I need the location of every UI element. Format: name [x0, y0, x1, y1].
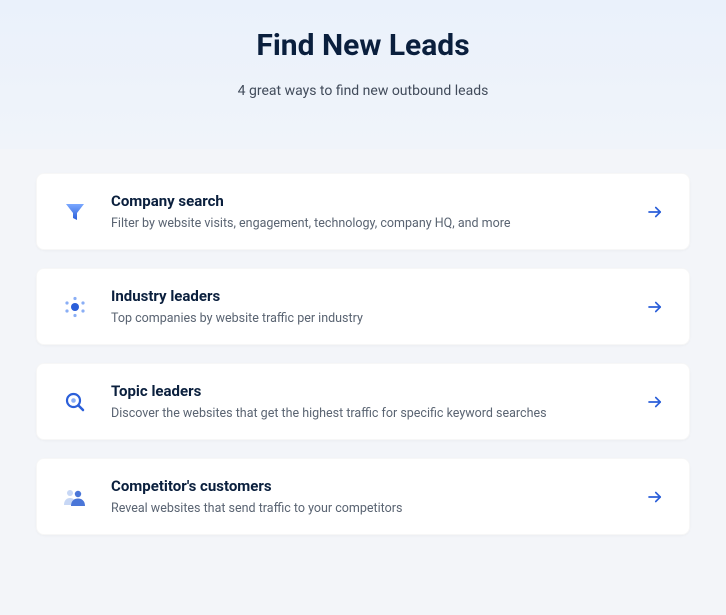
page-subtitle: 4 great ways to find new outbound leads: [0, 83, 726, 99]
page-title: Find New Leads: [0, 28, 726, 63]
arrow-right-icon: [645, 487, 665, 507]
card-description: Discover the websites that get the highe…: [111, 406, 625, 421]
funnel-icon: [59, 196, 91, 228]
card-competitors-customers[interactable]: Competitor's customers Reveal websites t…: [36, 458, 690, 535]
arrow-right-icon: [645, 202, 665, 222]
card-title: Industry leaders: [111, 287, 625, 305]
cards-list: Company search Filter by website visits,…: [0, 149, 726, 559]
arrow-right-icon: [645, 392, 665, 412]
card-topic-leaders[interactable]: Topic leaders Discover the websites that…: [36, 363, 690, 440]
card-title: Company search: [111, 192, 625, 210]
card-company-search[interactable]: Company search Filter by website visits,…: [36, 173, 690, 250]
hero-section: Find New Leads 4 great ways to find new …: [0, 0, 726, 149]
card-title: Competitor's customers: [111, 477, 625, 495]
magnify-icon: [59, 386, 91, 418]
arrow-right-icon: [645, 297, 665, 317]
card-description: Reveal websites that send traffic to you…: [111, 501, 625, 516]
card-description: Top companies by website traffic per ind…: [111, 311, 625, 326]
network-icon: [59, 291, 91, 323]
card-description: Filter by website visits, engagement, te…: [111, 216, 625, 231]
card-body: Industry leaders Top companies by websit…: [111, 287, 625, 326]
people-icon: [59, 481, 91, 513]
card-title: Topic leaders: [111, 382, 625, 400]
card-industry-leaders[interactable]: Industry leaders Top companies by websit…: [36, 268, 690, 345]
card-body: Company search Filter by website visits,…: [111, 192, 625, 231]
card-body: Topic leaders Discover the websites that…: [111, 382, 625, 421]
card-body: Competitor's customers Reveal websites t…: [111, 477, 625, 516]
